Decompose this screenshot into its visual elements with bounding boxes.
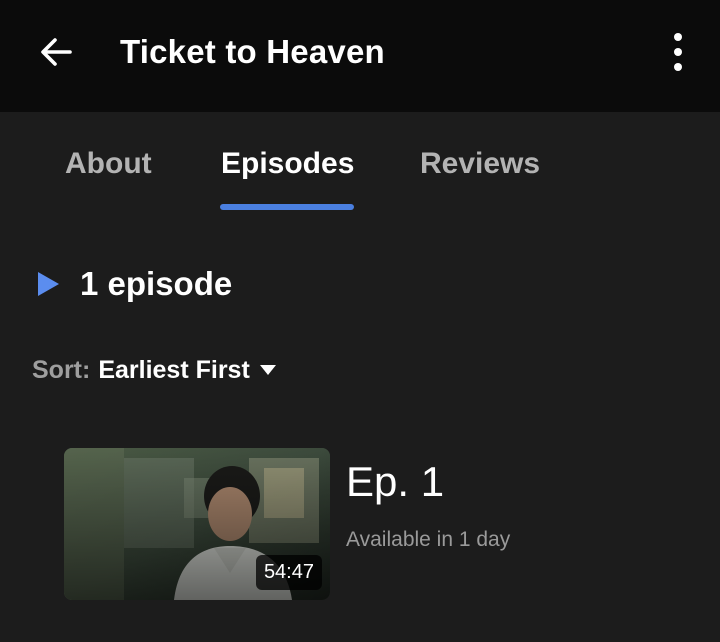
caret-down-icon[interactable] [259, 364, 276, 376]
active-tab-indicator [220, 204, 354, 210]
episode-duration: 54:47 [255, 555, 322, 590]
sort-control: Sort: Earliest First [32, 352, 276, 388]
tab-bar: About Episodes Reviews [0, 112, 720, 212]
tab-reviews[interactable]: Reviews [420, 142, 540, 186]
app-bar: Ticket to Heaven [0, 0, 720, 112]
episode-title: Ep. 1 [346, 458, 445, 505]
episode-item[interactable]: 54:47 Ep. 1 Available in 1 day [64, 448, 684, 600]
sort-dropdown[interactable]: Earliest First [98, 356, 249, 385]
play-triangle-icon [36, 271, 62, 297]
sort-label: Sort: [32, 355, 91, 384]
episode-count-row: 1 episode [36, 262, 232, 306]
page-title: Ticket to Heaven [120, 33, 385, 70]
more-vertical-icon [674, 33, 682, 41]
tab-episodes[interactable]: Episodes [221, 142, 354, 186]
back-button[interactable] [34, 30, 78, 74]
more-options-button[interactable] [666, 28, 690, 76]
episode-availability: Available in 1 day [346, 528, 511, 551]
arrow-left-icon [41, 38, 72, 66]
episode-count: 1 episode [80, 265, 233, 302]
episode-thumbnail[interactable]: 54:47 [64, 448, 330, 600]
tab-about[interactable]: About [65, 142, 152, 186]
